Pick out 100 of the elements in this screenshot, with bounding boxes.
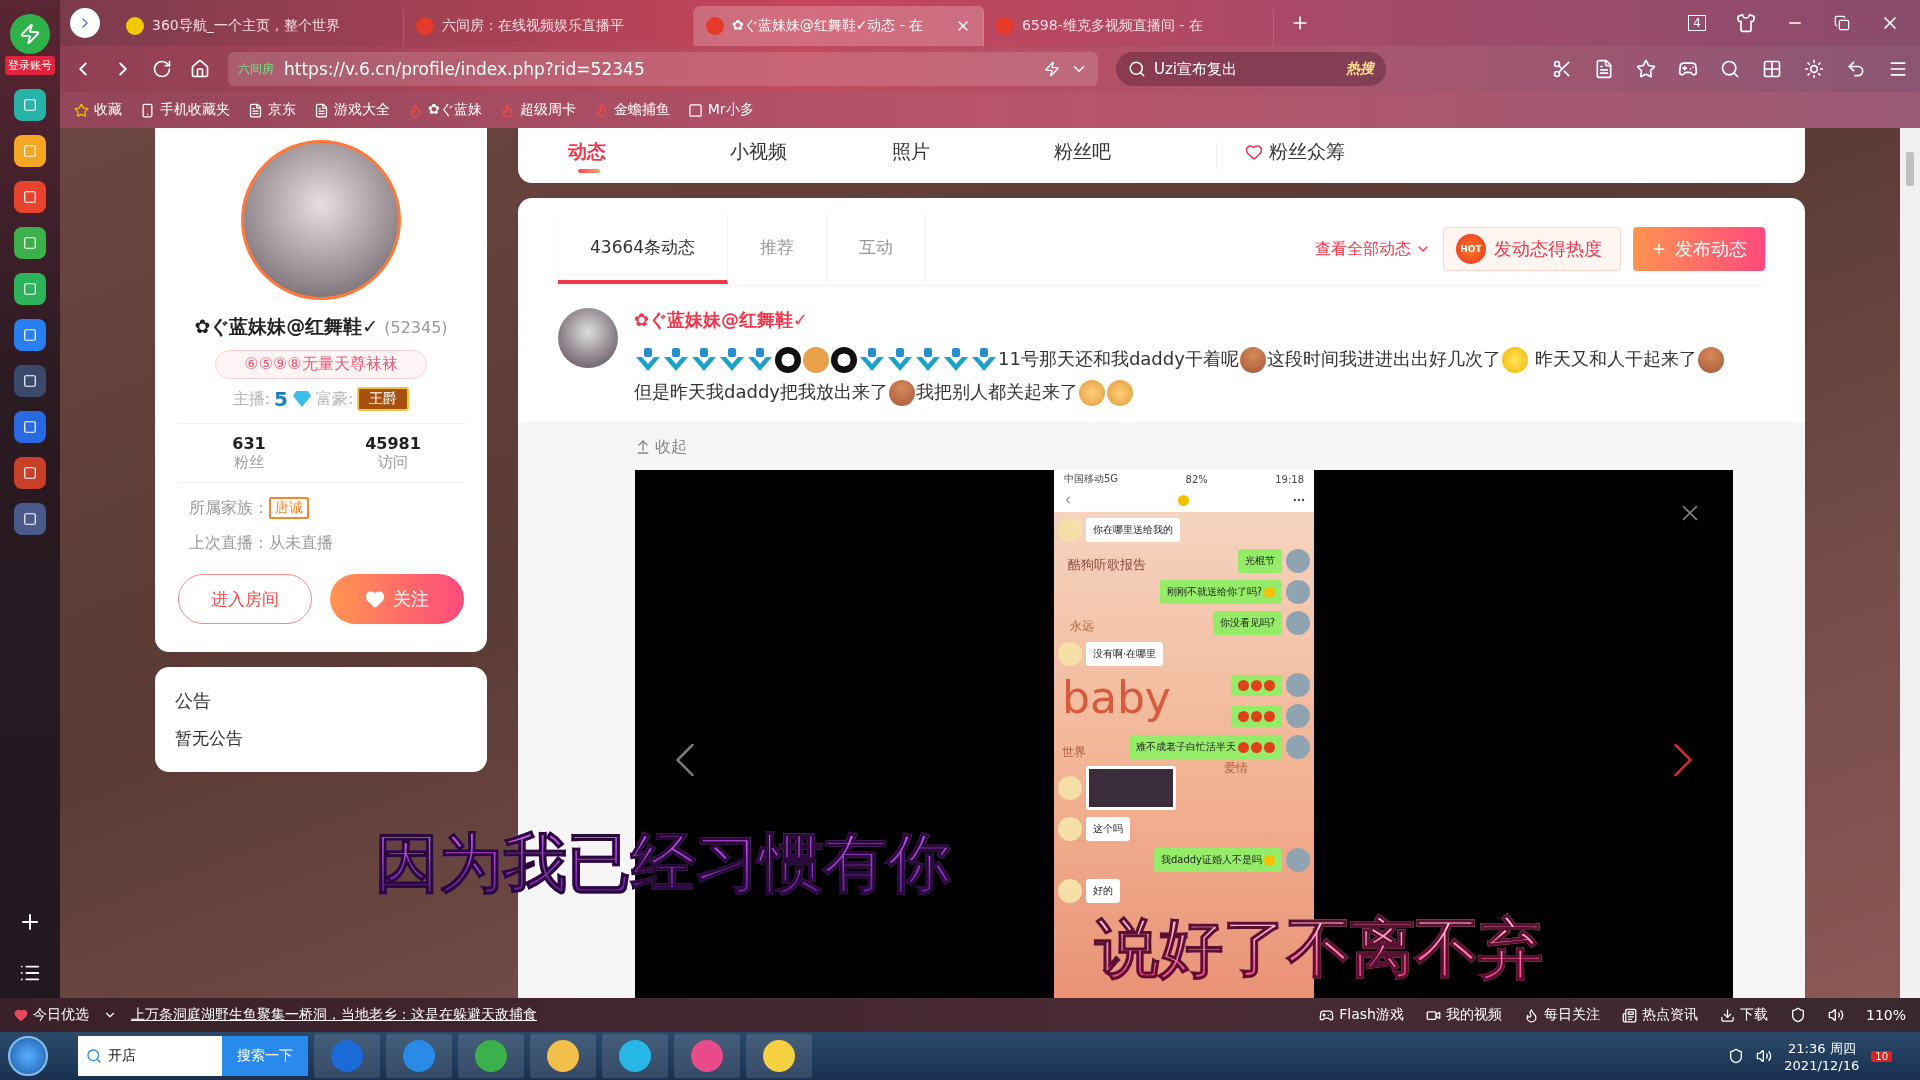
restore-icon[interactable] <box>1834 15 1850 31</box>
chat-avatar <box>1286 611 1310 635</box>
reload-icon[interactable] <box>152 59 172 79</box>
angry-emoji-icon <box>1264 741 1275 753</box>
flame-icon <box>593 102 609 118</box>
plus-icon <box>1651 241 1667 257</box>
zoom-level[interactable]: 110% <box>1865 1007 1906 1023</box>
panda-emoji-icon <box>775 347 801 373</box>
post-text: 我把别人都关起来了 <box>915 381 1078 402</box>
shield-icon[interactable] <box>1728 1048 1745 1064</box>
taskbar-app-icon[interactable] <box>386 1034 452 1078</box>
nav-tab[interactable]: 粉丝众筹 <box>1245 138 1407 173</box>
login-label[interactable]: 登录账号 <box>5 56 55 75</box>
last-live-text: 上次直播：从未直播 <box>189 533 333 554</box>
enter-room-button[interactable]: 进入房间 <box>178 574 312 624</box>
level-badge-icon <box>662 347 690 373</box>
chat-avatar <box>1286 673 1310 697</box>
nav-tab[interactable]: 小视频 <box>730 138 892 173</box>
chat-avatar <box>1286 848 1310 872</box>
skin-icon[interactable] <box>1736 13 1756 33</box>
bookmark-link[interactable]: ✿ぐ蓝妹 <box>408 101 482 119</box>
volume-icon[interactable] <box>1756 1048 1773 1064</box>
taskbar-app-icon[interactable] <box>746 1034 812 1078</box>
bookmark-link[interactable]: Mr小多 <box>687 101 754 119</box>
volume-icon[interactable] <box>1827 1007 1844 1023</box>
view-all-link[interactable]: 查看全部动态 <box>1315 238 1431 260</box>
gamepad-icon[interactable] <box>1678 59 1698 79</box>
rich-title-badge: 王爵 <box>357 387 410 411</box>
shocked-emoji-icon <box>1501 347 1528 373</box>
search-button[interactable]: 搜索一下 <box>222 1036 308 1076</box>
grid-icon[interactable] <box>1762 59 1782 79</box>
news-headline-link[interactable]: 上万条洞庭湖野生鱼聚集一桥洞，当地老乡：这是在躲避天敌捕食 <box>131 1006 537 1024</box>
post-text: 但是昨天我daddy把我放出来了 <box>634 381 888 402</box>
post-text: 昨天又和人干起来 <box>1533 348 1679 369</box>
bookmark-link[interactable]: 收藏 <box>74 101 122 119</box>
level-badge-icon <box>718 347 746 373</box>
nav-tab[interactable]: 照片 <box>892 138 1054 173</box>
level-badge-icon <box>690 347 718 373</box>
collapse-link[interactable]: 收起 <box>635 432 687 462</box>
menu-icon[interactable] <box>1888 59 1908 79</box>
status-bar-link[interactable]: 热点资讯 <box>1621 1006 1698 1024</box>
level-badge-icon <box>942 347 970 373</box>
bookmark-link[interactable]: 金蟾捕鱼 <box>593 101 670 119</box>
navigation-icon[interactable] <box>70 8 100 38</box>
nav-tab[interactable]: 粉丝吧 <box>1054 138 1216 173</box>
status-bar-link[interactable]: Flash游戏 <box>1319 1006 1404 1024</box>
angry-emoji-icon <box>1264 679 1275 691</box>
bookmark-link[interactable]: 超级周卡 <box>499 101 576 119</box>
promote-button[interactable]: HOT 发动态得热度 <box>1443 227 1621 271</box>
background-word: 世界 <box>1062 746 1086 758</box>
tab-count[interactable]: 4 <box>1688 15 1706 31</box>
carrier-text: 中国移动5G <box>1064 472 1119 486</box>
flame-icon <box>408 102 423 118</box>
notification-badge[interactable]: 10 <box>1871 1050 1892 1062</box>
taskbar-app-icon[interactable] <box>458 1034 524 1078</box>
status-bar-link[interactable]: 下载 <box>1719 1006 1768 1024</box>
search-icon[interactable] <box>1720 59 1740 79</box>
today-picks-link[interactable]: 今日优选 <box>14 1006 89 1024</box>
announcement-title: 公告 <box>175 689 212 713</box>
status-bar-link[interactable]: 我的视频 <box>1425 1006 1502 1024</box>
taskbar-app-icon[interactable] <box>530 1034 596 1078</box>
background-word: 永远 <box>1070 620 1094 632</box>
flame-icon <box>1523 1007 1539 1023</box>
clock[interactable]: 21:36 周四 2021/12/16 <box>1784 1039 1860 1073</box>
undo-icon[interactable] <box>1846 59 1866 79</box>
chat-avatar <box>1286 704 1310 728</box>
start-button[interactable] <box>8 1036 48 1076</box>
rich-label: 富豪: <box>315 388 354 410</box>
bookmark-link[interactable]: 手机收藏夹 <box>140 101 230 119</box>
message-text: 好的 <box>1093 884 1113 898</box>
newspaper-icon <box>1621 1007 1637 1023</box>
level-badge-icon <box>886 347 914 373</box>
page-icon <box>314 102 329 118</box>
scissors-icon[interactable] <box>1552 59 1572 79</box>
diamond-icon <box>291 390 312 408</box>
taskbar-app-icon[interactable] <box>674 1034 740 1078</box>
lightning-icon[interactable] <box>1044 61 1060 77</box>
post-author[interactable]: ✿ぐ蓝妹妹@红舞鞋✓ <box>634 308 1765 332</box>
search-field[interactable]: 开店 搜索一下 <box>78 1036 308 1076</box>
browser-tab[interactable]: ✿ぐ蓝妹妹@红舞鞋✓动态 - 在 <box>694 6 984 46</box>
download-icon <box>1719 1007 1735 1023</box>
status-bar-link[interactable]: 每日关注 <box>1523 1006 1600 1024</box>
shield-icon[interactable] <box>1789 1007 1806 1023</box>
feed-tab[interactable]: 43664条动态 <box>558 214 729 284</box>
bookmark-link[interactable]: 游戏大全 <box>314 101 390 119</box>
level-badge-icon <box>746 347 774 373</box>
post-text: 11号那天还和我daddy干着呢 <box>998 348 1239 369</box>
avatar-image <box>558 308 618 368</box>
address-field[interactable]: 六间房 https://v.6.cn/profile/index.php?rid=52345 <box>228 52 1098 86</box>
feed-tab[interactable]: 推荐 <box>728 214 828 284</box>
brightness-icon[interactable] <box>1804 59 1824 79</box>
nav-tab[interactable]: 动态 <box>568 138 730 173</box>
bookmark-link[interactable]: 京东 <box>248 101 296 119</box>
smiley-icon <box>1177 494 1189 506</box>
browser-logo-icon[interactable] <box>10 14 50 54</box>
home-icon[interactable] <box>190 59 210 79</box>
chat-avatar <box>1286 580 1310 604</box>
search-field[interactable]: Uzi宣布复出 热搜 <box>1116 52 1386 86</box>
taskbar-app-icon[interactable] <box>602 1034 668 1078</box>
chat-avatar <box>1058 776 1082 800</box>
